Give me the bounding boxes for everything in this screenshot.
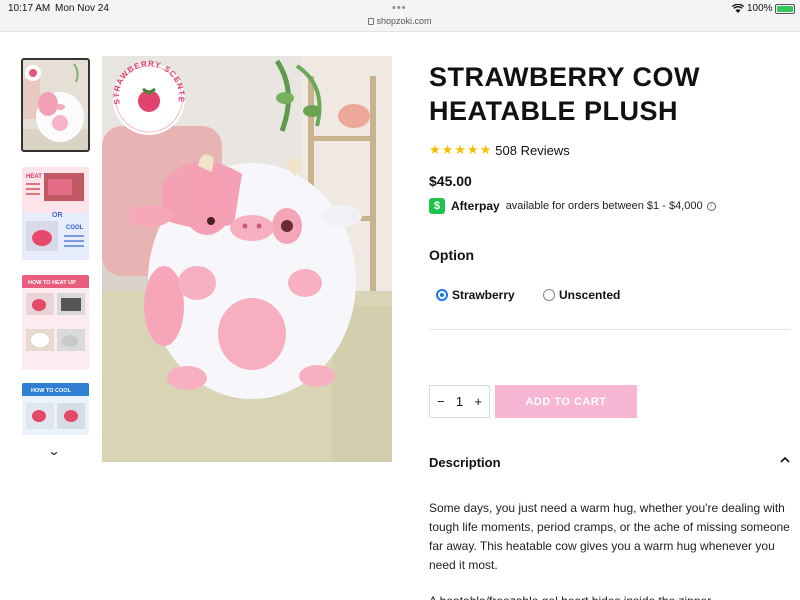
divider <box>429 329 790 330</box>
thumbnail-how-to-cool[interactable]: HOW TO COOL <box>22 383 89 435</box>
star-icon: ★ <box>466 142 479 157</box>
option-heading: Option <box>429 247 475 263</box>
thumbnail-how-to-heat-up[interactable]: HOW TO HEAT UP <box>22 275 89 370</box>
product-title: STRAWBERRY COW HEATABLE PLUSH <box>429 62 701 126</box>
minus-icon[interactable]: − <box>437 394 445 409</box>
thumbnail-heat-or-cool[interactable]: HEAT OR COOL <box>22 167 89 260</box>
battery-percent: 100% <box>747 3 773 14</box>
plus-icon[interactable]: + <box>474 394 482 409</box>
product-image[interactable]: STRAWBERRY SCENTED <box>102 56 392 462</box>
radio-unchecked-icon[interactable] <box>543 289 555 301</box>
star-icon: ★ <box>454 142 466 157</box>
afterpay-dollar-icon: $ <box>429 198 445 214</box>
afterpay-name: Afterpay <box>451 199 500 213</box>
add-to-cart-button[interactable]: ADD TO CART <box>495 385 637 418</box>
star-icon: ★ <box>441 142 454 157</box>
chevron-down-icon[interactable]: ⌄ <box>47 444 60 458</box>
description-paragraph-partial: A heatable/freezable gel heart hides ins… <box>429 592 794 600</box>
wifi-icon <box>732 4 744 13</box>
star-icon: ★ <box>429 142 441 157</box>
description-paragraph: Some days, you just need a warm hug, whe… <box>429 501 790 572</box>
battery-icon <box>775 4 795 14</box>
quantity-value[interactable]: 1 <box>456 394 463 409</box>
lock-icon <box>368 18 375 25</box>
rating-row[interactable]: ★ ★ ★ ★ ★ 508 Reviews <box>429 142 570 158</box>
thumb-cool-title: HOW TO COOL <box>31 388 72 394</box>
product-price: $45.00 <box>429 173 472 189</box>
status-time: 10:17 AM <box>8 3 51 14</box>
info-icon[interactable]: i <box>706 201 716 211</box>
thumb-heat-title: HOW TO HEAT UP <box>28 280 76 286</box>
address-bar[interactable]: shopzoki.com <box>0 16 800 26</box>
multitasking-dots-icon[interactable]: ••• <box>392 2 407 14</box>
option-strawberry[interactable]: Strawberry <box>436 288 515 302</box>
thumbnail-cow-plush[interactable] <box>21 58 90 152</box>
quantity-stepper[interactable]: − 1 + <box>429 385 490 418</box>
url-text: shopzoki.com <box>376 16 432 26</box>
thumb-cool-label: COOL <box>66 225 84 231</box>
status-bar: 10:17 AM Mon Nov 24 ••• shopzoki.com 100… <box>0 0 800 32</box>
chevron-up-icon[interactable] <box>780 455 790 465</box>
radio-checked-icon[interactable] <box>436 289 448 301</box>
afterpay-info: $ Afterpay available for orders between … <box>429 197 716 215</box>
star-icon: ★ <box>479 142 492 157</box>
option-unscented[interactable]: Unscented <box>543 288 620 302</box>
reviews-count[interactable]: 508 Reviews <box>495 143 569 158</box>
status-date: Mon Nov 24 <box>55 3 109 14</box>
description-heading[interactable]: Description <box>429 455 501 470</box>
thumb-or-label: OR <box>52 212 63 219</box>
option-label[interactable]: Unscented <box>559 288 620 302</box>
afterpay-text: available for orders between $1 - $4,000 <box>505 200 703 212</box>
thumb-heat-label: HEAT <box>26 174 42 180</box>
option-label[interactable]: Strawberry <box>452 288 515 302</box>
